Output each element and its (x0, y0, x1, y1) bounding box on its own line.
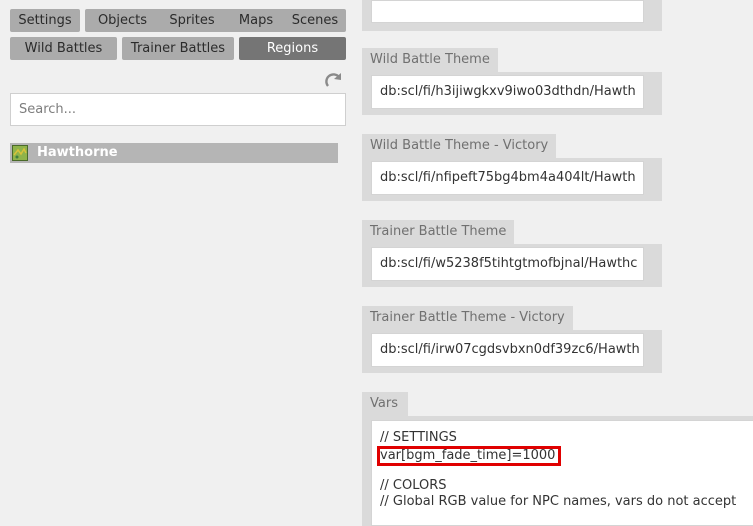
vars-line: // SETTINGS (380, 430, 457, 445)
vars-line: var[bgm_fade_time]=1000 (377, 446, 753, 466)
refresh-icon[interactable] (324, 71, 344, 91)
search-input[interactable] (10, 93, 346, 126)
section-wild-battle-victory: Wild Battle Theme - Victory db:scl/fi/nf… (362, 134, 662, 201)
tab-scenes[interactable]: Scenes (284, 9, 346, 32)
vars-line: // COLORS (380, 478, 447, 493)
section-title: Trainer Battle Theme (362, 220, 515, 244)
trainer-battle-theme-field[interactable]: db:scl/fi/w5238f5tihtgtmofbjnal/Hawthc (371, 247, 644, 281)
previous-field[interactable] (371, 0, 644, 23)
section-wild-battle-theme: Wild Battle Theme db:scl/fi/h3ijiwgkxv9i… (362, 48, 662, 115)
tab-settings[interactable]: Settings (10, 9, 80, 32)
section-title: Trainer Battle Theme - Victory (362, 306, 573, 330)
wild-battle-victory-field[interactable]: db:scl/fi/nfipeft75bg4bm4a404lt/Hawth (371, 161, 644, 195)
section-previous (362, 0, 662, 31)
section-title: Wild Battle Theme - Victory (362, 134, 557, 158)
map-icon (12, 145, 28, 161)
tab-wild-battles[interactable]: Wild Battles (10, 37, 117, 60)
vars-editor[interactable]: // SETTINGS var[bgm_fade_time]=1000 // C… (371, 420, 753, 526)
section-title: Wild Battle Theme (362, 48, 498, 72)
tab-trainer-battles[interactable]: Trainer Battles (122, 37, 234, 60)
list-item-hawthorne[interactable]: Hawthorne (10, 143, 338, 163)
tab-sprites[interactable]: Sprites (155, 9, 229, 32)
region-properties-panel: Wild Battle Theme db:scl/fi/h3ijiwgkxv9i… (362, 0, 753, 526)
tab-maps[interactable]: Maps (224, 9, 288, 32)
list-item-label: Hawthorne (37, 145, 118, 160)
section-title: Vars (362, 392, 408, 416)
highlighted-var: var[bgm_fade_time]=1000 (377, 446, 562, 466)
section-trainer-battle-victory: Trainer Battle Theme - Victory db:scl/fi… (362, 306, 662, 373)
wild-battle-theme-field[interactable]: db:scl/fi/h3ijiwgkxv9iwo03dthdn/Hawth (371, 75, 644, 109)
trainer-battle-victory-field[interactable]: db:scl/fi/irw07cgdsvbxn0df39zc6/Hawth (371, 333, 644, 367)
tab-objects[interactable]: Objects (85, 9, 160, 32)
section-trainer-battle-theme: Trainer Battle Theme db:scl/fi/w5238f5ti… (362, 220, 662, 287)
vars-line: // Global RGB value for NPC names, vars … (380, 494, 737, 509)
tab-regions[interactable]: Regions (239, 37, 346, 60)
